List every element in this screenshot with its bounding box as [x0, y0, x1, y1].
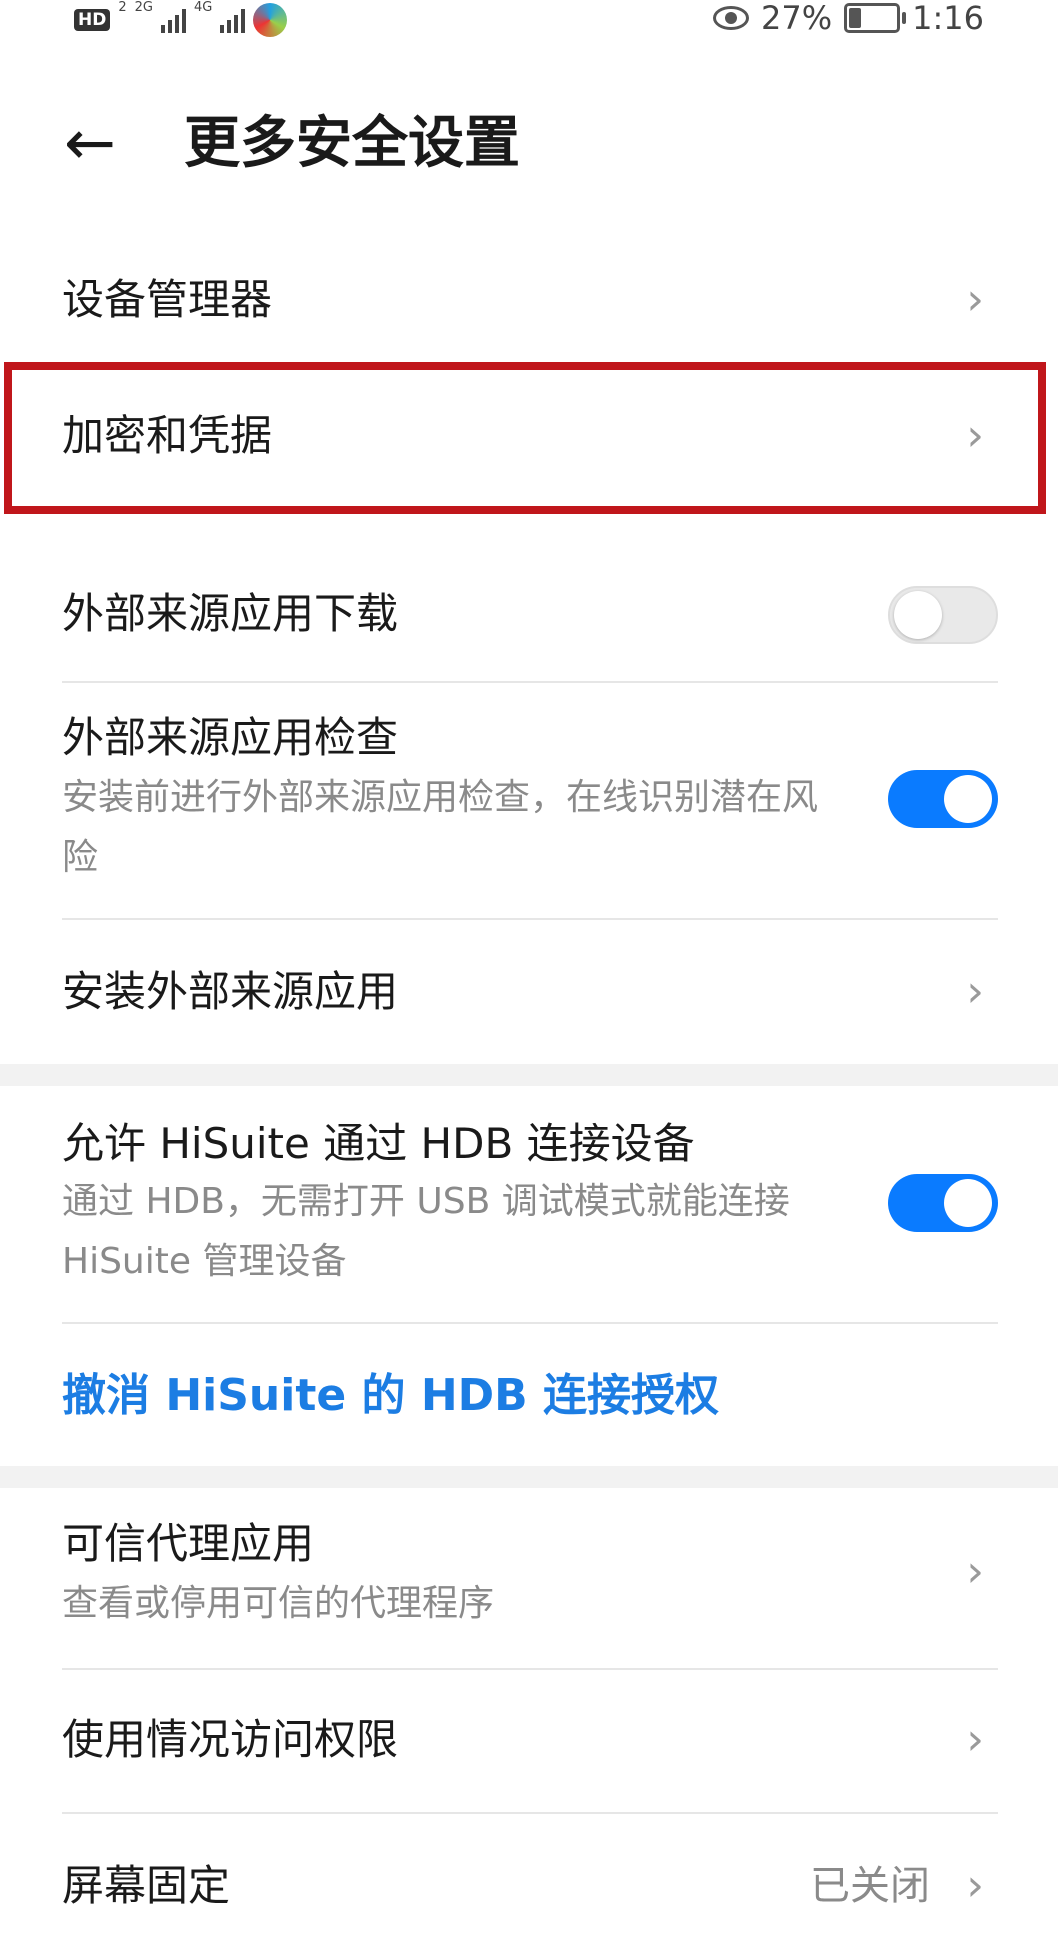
setting-label: 外部来源应用检查 [62, 713, 399, 762]
toggle-knob [944, 775, 992, 823]
divider [62, 1322, 998, 1324]
hd-sub-label: 2 [118, 0, 127, 15]
setting-description: 安装前进行外部来源应用检查，在线识别潜在风险 [62, 777, 819, 878]
highlight-box [4, 362, 1046, 514]
page-title: 更多安全设置 [184, 111, 520, 176]
back-arrow-icon[interactable]: ← [64, 112, 128, 176]
setting-screen-pinning[interactable]: 屏幕固定 已关闭 › [0, 1818, 1058, 1954]
setting-external-download[interactable]: 外部来源应用下载 [0, 556, 1058, 676]
battery-level [849, 8, 862, 28]
setting-install-external[interactable]: 安装外部来源应用 › [0, 924, 1058, 1060]
battery-icon [844, 3, 907, 33]
setting-label: 设备管理器 [62, 275, 273, 324]
setting-label: 可信代理应用 [62, 1519, 315, 1568]
setting-label: 允许 HiSuite 通过 HDB 连接设备 [62, 1119, 695, 1168]
external-check-toggle[interactable] [888, 770, 998, 828]
divider [62, 1668, 998, 1670]
status-left: HD 2 2G 4G [74, 0, 288, 38]
carrier-logo-icon [253, 3, 288, 37]
section-separator [0, 1466, 1058, 1488]
setting-trusted-agents[interactable]: 可信代理应用 查看或停用可信的代理程序 › [0, 1490, 1058, 1666]
hd-badge: HD [74, 9, 111, 31]
app-header: ← 更多安全设置 [0, 92, 1058, 202]
setting-label: 外部来源应用下载 [62, 589, 399, 638]
battery-percent: 27% [761, 0, 833, 37]
toggle-knob [944, 1179, 992, 1227]
external-download-toggle[interactable] [888, 586, 998, 644]
revoke-hdb-link[interactable]: 撤消 HiSuite 的 HDB 连接授权 [62, 1368, 719, 1424]
setting-label: 屏幕固定 [62, 1861, 231, 1910]
setting-value: 已关闭 [810, 1863, 930, 1909]
status-bar: HD 2 2G 4G 27% 1:16 [0, 0, 1058, 44]
revoke-hdb-link-row[interactable]: 撤消 HiSuite 的 HDB 连接授权 [0, 1330, 1058, 1464]
setting-label: 安装外部来源应用 [62, 967, 399, 1016]
setting-external-check[interactable]: 外部来源应用检查 安装前进行外部来源应用检查，在线识别潜在风险 [0, 690, 1058, 912]
divider [62, 681, 998, 683]
hisuite-hdb-toggle[interactable] [888, 1174, 998, 1232]
setting-hisuite-hdb[interactable]: 允许 HiSuite 通过 HDB 连接设备 通过 HDB，无需打开 USB 调… [0, 1088, 1058, 1318]
divider [62, 1812, 998, 1814]
network-label-1: 2G [134, 0, 153, 15]
eye-comfort-icon [713, 6, 750, 30]
setting-description: 查看或停用可信的代理程序 [62, 1583, 495, 1624]
chevron-right-icon: › [966, 274, 984, 325]
clock: 1:16 [912, 0, 984, 37]
status-right: 27% 1:16 [713, 0, 984, 37]
section-separator [0, 1064, 1058, 1086]
setting-label: 使用情况访问权限 [62, 1715, 399, 1764]
setting-usage-access[interactable]: 使用情况访问权限 › [0, 1672, 1058, 1812]
signal-icon-1 [160, 7, 186, 33]
toggle-knob [894, 591, 942, 639]
chevron-right-icon: › [966, 966, 984, 1017]
signal-icon-2 [220, 7, 246, 33]
chevron-right-icon: › [966, 1714, 984, 1765]
chevron-right-icon: › [966, 1546, 984, 1597]
setting-description: 通过 HDB，无需打开 USB 调试模式就能连接 HiSuite 管理设备 [62, 1181, 790, 1282]
setting-device-manager[interactable]: 设备管理器 › [0, 246, 1058, 358]
divider [62, 918, 998, 920]
chevron-right-icon: › [966, 1860, 984, 1911]
network-label-2: 4G [193, 0, 213, 15]
